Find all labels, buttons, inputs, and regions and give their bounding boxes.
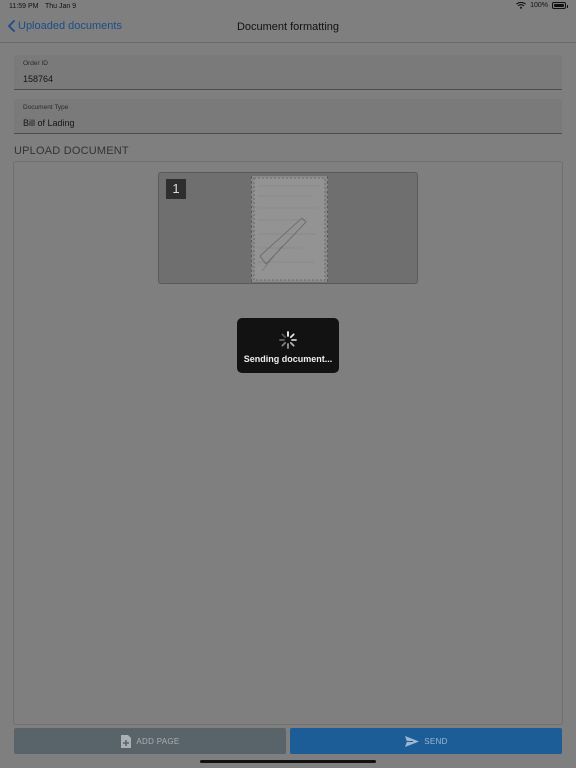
document-thumbnail (251, 176, 328, 282)
spinner-icon (279, 331, 297, 349)
page-thumbnail-card[interactable]: 1 (158, 172, 418, 284)
send-label: SEND (424, 736, 448, 746)
toast-message: Sending document... (243, 354, 333, 364)
order-id-field[interactable]: Order ID 158764 (14, 55, 562, 90)
document-type-label: Document Type (23, 104, 69, 111)
status-bar: 11:59 PM Thu Jan 9 100% (0, 0, 576, 14)
page-number-badge: 1 (166, 179, 186, 199)
status-time: 11:59 PM (9, 3, 39, 10)
upload-section-title: UPLOAD DOCUMENT (14, 145, 129, 157)
add-page-label: ADD PAGE (136, 736, 180, 746)
send-button[interactable]: SEND (290, 728, 562, 754)
document-type-field[interactable]: Document Type Bill of Lading (14, 99, 562, 134)
paper-plane-icon (405, 735, 420, 747)
document-scan-image (253, 177, 326, 281)
add-page-button[interactable]: ADD PAGE (14, 728, 286, 754)
sending-toast: Sending document... (237, 318, 339, 373)
status-date: Thu Jan 9 (45, 3, 77, 10)
page-title: Document formatting (236, 21, 340, 33)
battery-icon (552, 2, 568, 9)
order-id-label: Order ID (23, 60, 48, 67)
order-id-value: 158764 (23, 74, 54, 84)
upload-area: 1 (13, 161, 563, 725)
navigation-bar: Uploaded documents Document formatting (0, 14, 576, 43)
status-right: 100% (516, 2, 568, 9)
wifi-icon (516, 2, 526, 9)
document-type-value: Bill of Lading (23, 118, 75, 128)
home-indicator (200, 760, 376, 763)
battery-percent: 100% (530, 2, 548, 9)
add-file-icon (121, 734, 132, 748)
